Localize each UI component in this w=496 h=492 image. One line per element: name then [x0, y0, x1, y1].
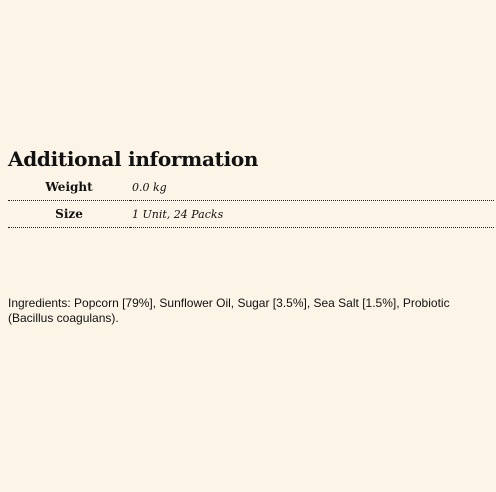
attribute-label-size: Size [55, 207, 83, 221]
attribute-value-weight: 0.0 kg [132, 180, 167, 194]
ingredients-text: Ingredients: Popcorn [79%], Sunflower Oi… [8, 296, 450, 325]
additional-information-section: Additional information Weight 0.0 kg Siz… [8, 146, 494, 228]
attribute-value-size: 1 Unit, 24 Packs [132, 207, 224, 221]
section-title: Additional information [8, 147, 259, 171]
product-attributes-table: Weight 0.0 kg Size 1 Unit, 24 Packs [8, 174, 494, 228]
attribute-label-weight: Weight [45, 180, 93, 194]
attribute-row-weight: Weight 0.0 kg [8, 174, 494, 201]
attribute-row-size: Size 1 Unit, 24 Packs [8, 201, 494, 228]
